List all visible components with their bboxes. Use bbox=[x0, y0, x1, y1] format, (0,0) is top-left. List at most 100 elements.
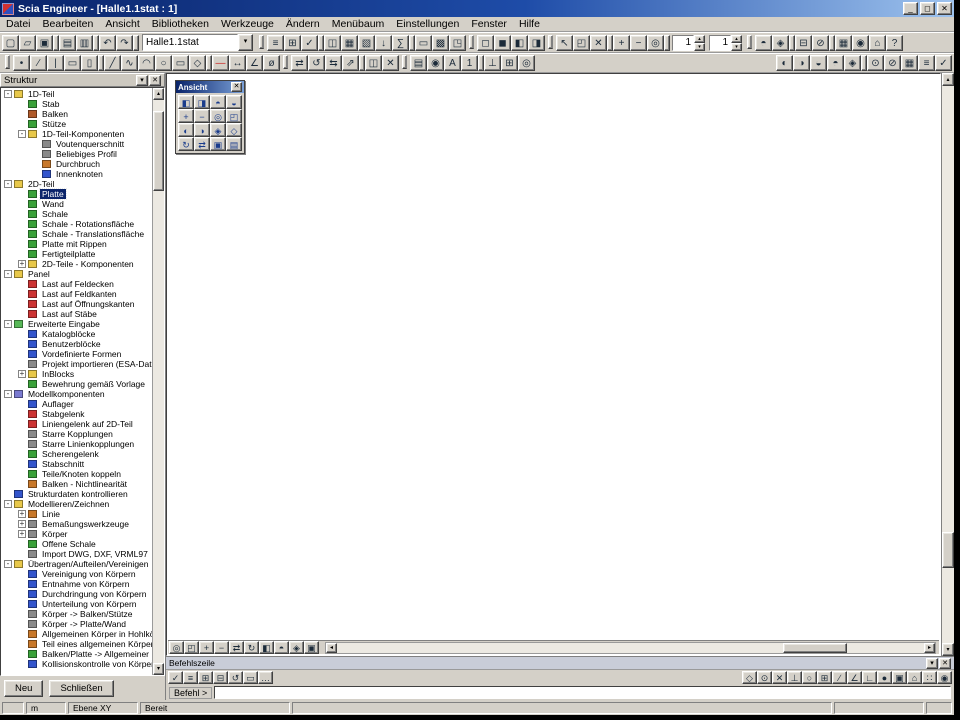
tree-item[interactable]: + Bemaßungswerkzeuge bbox=[1, 519, 152, 529]
tree-expander[interactable] bbox=[18, 120, 26, 128]
view-settings-icon[interactable]: ▣ bbox=[304, 641, 319, 654]
tree-expander[interactable] bbox=[18, 470, 26, 478]
tree-item[interactable]: Last auf Feldecken bbox=[1, 279, 152, 289]
tree-item[interactable]: Import DWG, DXF, VRML97 bbox=[1, 549, 152, 559]
tree-expander[interactable]: - bbox=[4, 560, 12, 568]
restore-button[interactable]: ◻ bbox=[920, 2, 935, 15]
tree-expander[interactable] bbox=[18, 640, 26, 648]
labels-icon[interactable]: A bbox=[444, 55, 461, 71]
tree-item[interactable]: Balken/Platte -> Allgemeiner Körper bbox=[1, 649, 152, 659]
tree-item[interactable]: Entnahme von Körpern bbox=[1, 579, 152, 589]
axo2-icon[interactable]: ◈ bbox=[844, 55, 861, 71]
clip-box-icon[interactable]: ⊟ bbox=[795, 35, 812, 51]
check-structure-icon[interactable]: ✓ bbox=[301, 35, 318, 51]
snap-grid-icon[interactable]: ⊞ bbox=[817, 671, 832, 684]
tree-item[interactable]: Teile/Knoten koppeln bbox=[1, 469, 152, 479]
tree-item[interactable]: Fertigteilplatte bbox=[1, 249, 152, 259]
expand-icon[interactable]: ⊞ bbox=[198, 671, 213, 684]
scrollbar-thumb[interactable] bbox=[942, 532, 954, 568]
confirm-icon[interactable]: ✓ bbox=[935, 55, 952, 71]
hidden-lines-icon[interactable]: ◨ bbox=[528, 35, 545, 51]
tree-item[interactable]: + Linie bbox=[1, 509, 152, 519]
tree-item[interactable]: Stabgelenk bbox=[1, 409, 152, 419]
toolbar-icon[interactable] bbox=[5, 55, 10, 69]
project-settings-icon[interactable]: ≡ bbox=[267, 35, 284, 51]
snap-line-icon[interactable]: ∕ bbox=[832, 671, 847, 684]
view-bottom-icon[interactable]: ◒ bbox=[810, 55, 827, 71]
tree-expander[interactable] bbox=[18, 540, 26, 548]
close-icon[interactable]: ✕ bbox=[149, 75, 161, 86]
toolbar-icon[interactable] bbox=[664, 35, 670, 51]
cross-sections-icon[interactable]: ◫ bbox=[324, 35, 341, 51]
snap-midpoint-icon[interactable]: ◇ bbox=[742, 671, 757, 684]
vertical-scrollbar[interactable]: ▴ ▾ bbox=[941, 73, 954, 656]
pan-icon[interactable]: ⇄ bbox=[229, 641, 244, 654]
table-icon[interactable]: ▦ bbox=[901, 55, 918, 71]
perspective-icon[interactable]: ◇ bbox=[226, 123, 242, 137]
view-front-icon[interactable]: ◧ bbox=[259, 641, 274, 654]
tree-expander[interactable] bbox=[18, 100, 26, 108]
move-icon[interactable]: ⇄ bbox=[291, 55, 308, 71]
scrollbar-thumb[interactable] bbox=[783, 643, 847, 653]
line-icon[interactable]: ╱ bbox=[104, 55, 121, 71]
redo-icon[interactable]: ↷ bbox=[116, 35, 133, 51]
tree-expander[interactable]: + bbox=[18, 520, 26, 528]
toolbar-icon[interactable] bbox=[402, 55, 407, 69]
tree-item[interactable]: - Erweiterte Eingabe bbox=[1, 319, 152, 329]
column-draw-icon[interactable]: | bbox=[47, 55, 64, 71]
snap-tangent-icon[interactable]: ○ bbox=[802, 671, 817, 684]
print-icon[interactable]: ▤ bbox=[59, 35, 76, 51]
save-icon[interactable]: ▣ bbox=[36, 35, 53, 51]
tree-expander[interactable] bbox=[18, 350, 26, 358]
snap-perpendicular-icon[interactable]: ⊥ bbox=[787, 671, 802, 684]
tree-expander[interactable] bbox=[18, 310, 26, 318]
zoom-in-icon[interactable]: + bbox=[178, 109, 194, 123]
zoom-window-icon[interactable]: ◰ bbox=[184, 641, 199, 654]
tree-expander[interactable] bbox=[18, 110, 26, 118]
scroll-up-icon[interactable]: ▴ bbox=[942, 73, 954, 86]
snap-endpoint-icon[interactable]: ⊙ bbox=[757, 671, 772, 684]
tree-item[interactable]: - 1D-Teil bbox=[1, 89, 152, 99]
view-right-icon[interactable]: ◑ bbox=[194, 123, 210, 137]
axonometric-icon[interactable]: ◈ bbox=[772, 35, 789, 51]
materials-icon[interactable]: ▦ bbox=[341, 35, 358, 51]
tree-expander[interactable] bbox=[32, 170, 40, 178]
menu-item[interactable]: Hilfe bbox=[513, 18, 546, 30]
calculation-icon[interactable]: ⊞ bbox=[284, 35, 301, 51]
scrollbar-thumb[interactable] bbox=[153, 111, 164, 191]
scale-spinner[interactable]: 1 ▴ ▾ bbox=[672, 35, 705, 51]
menu-item[interactable]: Fenster bbox=[465, 18, 513, 30]
tree-scrollbar[interactable]: ▴ ▾ bbox=[152, 88, 164, 675]
beam-draw-icon[interactable]: ∕ bbox=[30, 55, 47, 71]
axes-icon[interactable]: ⊥ bbox=[484, 55, 501, 71]
tree-expander[interactable] bbox=[32, 140, 40, 148]
tree-item[interactable]: Stütze bbox=[1, 119, 152, 129]
tree-expander[interactable]: - bbox=[4, 180, 12, 188]
zoom-window-icon[interactable]: ◰ bbox=[226, 109, 242, 123]
tree-expander[interactable]: + bbox=[18, 510, 26, 518]
tree-item[interactable]: Schale - Translationsfläche bbox=[1, 229, 152, 239]
tree-item[interactable]: - 1D-Teil-Komponenten bbox=[1, 129, 152, 139]
print-view-icon[interactable]: ▤ bbox=[226, 137, 242, 151]
tree-item[interactable]: + InBlocks bbox=[1, 369, 152, 379]
command-history-icon[interactable]: ≡ bbox=[183, 671, 198, 684]
wall-draw-icon[interactable]: ▯ bbox=[81, 55, 98, 71]
print-preview-icon[interactable]: ▥ bbox=[76, 35, 93, 51]
axonometric-icon[interactable]: ◈ bbox=[210, 123, 226, 137]
tree-expander[interactable] bbox=[18, 400, 26, 408]
tree-expander[interactable] bbox=[18, 600, 26, 608]
tree-expander[interactable] bbox=[18, 460, 26, 468]
repeat-icon[interactable]: ↺ bbox=[228, 671, 243, 684]
window-icon[interactable]: ▭ bbox=[243, 671, 258, 684]
tree-item[interactable]: Voutenquerschnitt bbox=[1, 139, 152, 149]
toolbar-icon[interactable] bbox=[133, 35, 139, 51]
tree-expander[interactable] bbox=[18, 200, 26, 208]
tree-expander[interactable] bbox=[4, 490, 12, 498]
tree-expander[interactable]: + bbox=[18, 260, 26, 268]
page-spinner[interactable]: 1 ▴ ▾ bbox=[709, 35, 742, 51]
tree-item[interactable]: Starre Linienkopplungen bbox=[1, 439, 152, 449]
command-input[interactable] bbox=[214, 686, 951, 699]
tree-item[interactable]: Projekt importieren (ESA-Datei) bbox=[1, 359, 152, 369]
combinations-icon[interactable]: ∑ bbox=[392, 35, 409, 51]
rectangle-icon[interactable]: ▭ bbox=[172, 55, 189, 71]
